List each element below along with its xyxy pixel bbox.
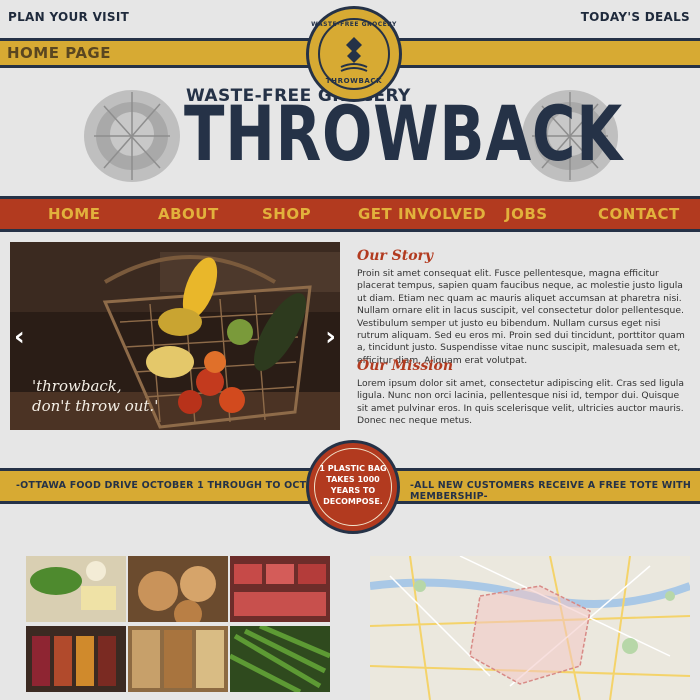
our-mission-body: Lorem ipsum dolor sit amet, consectetur … xyxy=(357,378,684,427)
badge-text: 1 PLASTIC BAG TAKES 1000 YEARS TO DECOMP… xyxy=(309,463,397,507)
plan-your-visit-link[interactable]: PLAN YOUR VISIT xyxy=(8,10,129,24)
gallery-tile-greens-cheese[interactable] xyxy=(26,556,126,622)
store-location-map[interactable] xyxy=(370,556,690,700)
ottawa-map xyxy=(370,556,690,700)
gallery-tile-green-beans[interactable] xyxy=(230,626,330,692)
throwback-seal-logo[interactable]: WASTE-FREE GROCERY THROWBACK xyxy=(306,6,402,102)
our-story-section: Our Story Proin sit amet consequat elit.… xyxy=(357,248,689,367)
badge-line-3: YEARS TO xyxy=(330,486,376,495)
slider-caption-line-2: don't throw out.' xyxy=(32,397,159,415)
cabbage-illustration-left xyxy=(84,90,180,182)
gallery-tile-bulk-goods[interactable] xyxy=(128,626,228,692)
nav-item-about[interactable]: ABOUT xyxy=(158,205,219,223)
nav-item-jobs[interactable]: JOBS xyxy=(505,205,548,223)
chevron-right-icon[interactable]: › xyxy=(325,322,336,352)
seal-top-text: WASTE-FREE GROCERY xyxy=(311,21,397,28)
home-page-label: HOME PAGE xyxy=(7,44,111,62)
our-story-body: Proin sit amet consequat elit. Fusce pel… xyxy=(357,268,685,366)
gallery-tile-bread[interactable] xyxy=(128,556,228,622)
gallery-tile-preserves[interactable] xyxy=(26,626,126,692)
free-tote-notice[interactable]: -ALL NEW CUSTOMERS RECEIVE A FREE TOTE W… xyxy=(410,480,700,502)
our-story-heading: Our Story xyxy=(357,248,434,264)
brand-wordmark[interactable]: THROWBACK xyxy=(184,96,623,172)
plastic-bag-badge: 1 PLASTIC BAG TAKES 1000 YEARS TO DECOMP… xyxy=(306,440,400,534)
badge-line-2: TAKES 1000 xyxy=(326,475,380,484)
slider-caption: 'throwback, don't throw out.' xyxy=(32,376,158,416)
hero-slider[interactable]: ‹ › 'throwback, don't throw out.' xyxy=(10,242,340,430)
main-nav: HOME ABOUT SHOP GET INVOLVED JOBS CONTAC… xyxy=(0,196,700,232)
product-gallery xyxy=(26,556,330,700)
badge-line-4: DECOMPOSE. xyxy=(323,497,383,506)
badge-line-1: 1 PLASTIC BAG xyxy=(319,464,387,473)
nav-item-shop[interactable]: SHOP xyxy=(262,205,311,223)
chevron-left-icon[interactable]: ‹ xyxy=(14,322,25,352)
gallery-tile-meat[interactable] xyxy=(230,556,330,622)
nav-item-home[interactable]: HOME xyxy=(48,205,100,223)
our-mission-section: Our Mission Lorem ipsum dolor sit amet, … xyxy=(357,358,689,428)
nav-item-get-involved[interactable]: GET INVOLVED xyxy=(358,205,486,223)
our-mission-heading: Our Mission xyxy=(357,358,454,374)
nav-item-contact[interactable]: CONTACT xyxy=(598,205,680,223)
slider-caption-line-1: 'throwback, xyxy=(32,377,122,395)
hop-icon xyxy=(340,37,368,72)
todays-deals-link[interactable]: TODAY'S DEALS xyxy=(581,10,690,24)
seal-bottom-text: THROWBACK xyxy=(325,77,383,85)
